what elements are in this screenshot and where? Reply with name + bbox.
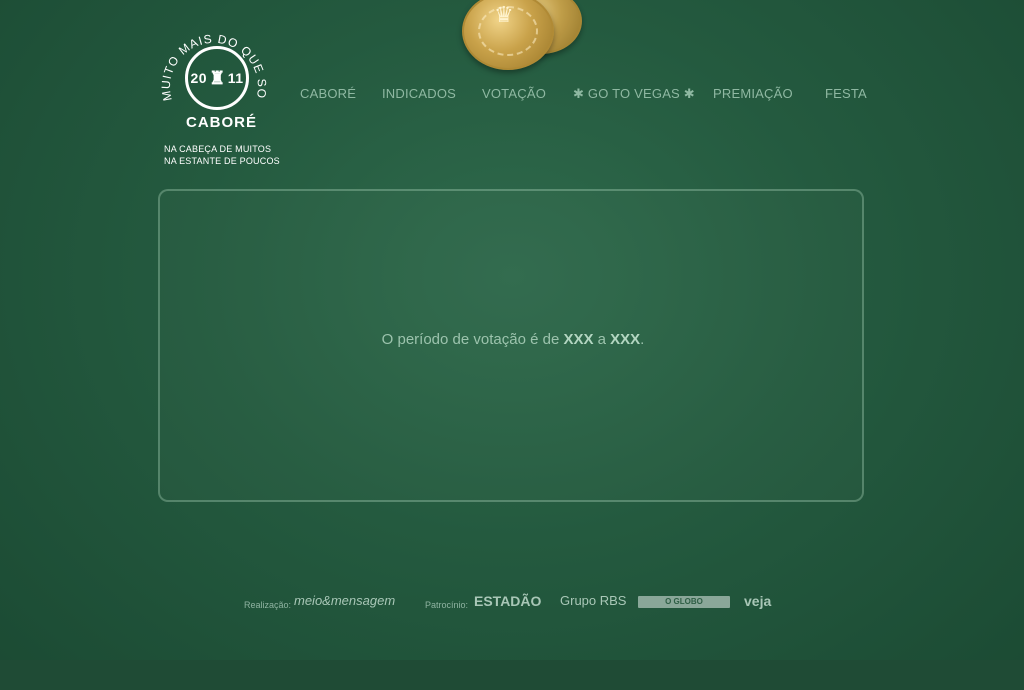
cabore-logo[interactable]: MUITO MAIS DO QUE SORTE 20 ♜ 11 CABORÉ N… [158, 22, 280, 170]
grupo-rbs-logo[interactable]: Grupo RBS [560, 593, 626, 608]
message-prefix: O período de votação é de [381, 331, 564, 348]
nav-item-festa[interactable]: FESTA [825, 86, 867, 101]
bottom-bar [0, 660, 1024, 690]
logo-tagline-1: NA CABEÇA DE MUITOS [164, 144, 272, 154]
meio-mensagem-logo[interactable]: meio&mensagem [294, 593, 395, 608]
realizacao-label: Realização: [244, 600, 292, 610]
logo-name: CABORÉ [186, 114, 258, 131]
voting-start: XXX [563, 331, 594, 348]
veja-logo[interactable]: veja [744, 593, 771, 609]
logo-tagline-2: NA ESTANTE DE POUCOS [164, 156, 280, 166]
logo-year-left: 20 [190, 70, 208, 86]
nav-item-premiacao[interactable]: PREMIAÇÃO [713, 86, 793, 101]
nav-item-go-to-vegas[interactable]: ✱ GO TO VEGAS ✱ [573, 86, 695, 102]
voting-panel: O período de votação é de XXX a XXX. [158, 189, 864, 502]
message-middle: a [593, 331, 611, 348]
main-nav: CABORÉ INDICADOS VOTAÇÃO ✱ GO TO VEGAS ✱… [300, 86, 870, 106]
message-suffix: . [640, 331, 645, 348]
voting-end: XXX [610, 331, 641, 348]
trophy-icon: ♛ [494, 2, 514, 27]
nav-item-indicados[interactable]: INDICADOS [382, 86, 456, 101]
logo-trophy-icon: ♜ [209, 67, 226, 88]
logo-year-right: 11 [227, 70, 244, 86]
footer-sponsors: Realização: meio&mensagem Patrocínio: ES… [240, 590, 800, 620]
voting-period-message: O período de votação é de XXX a XXX. [160, 331, 866, 348]
nav-item-votacao[interactable]: VOTAÇÃO [482, 86, 546, 101]
o-globo-logo[interactable]: O GLOBO [638, 596, 730, 608]
patrocinio-label: Patrocínio: [425, 600, 469, 610]
estadao-logo[interactable]: ESTADÃO [474, 593, 541, 609]
nav-item-cabore[interactable]: CABORÉ [300, 86, 356, 101]
gold-chips-decoration: ♛ [452, 0, 592, 78]
logo-chip-badge: 20 ♜ 11 [185, 46, 249, 110]
